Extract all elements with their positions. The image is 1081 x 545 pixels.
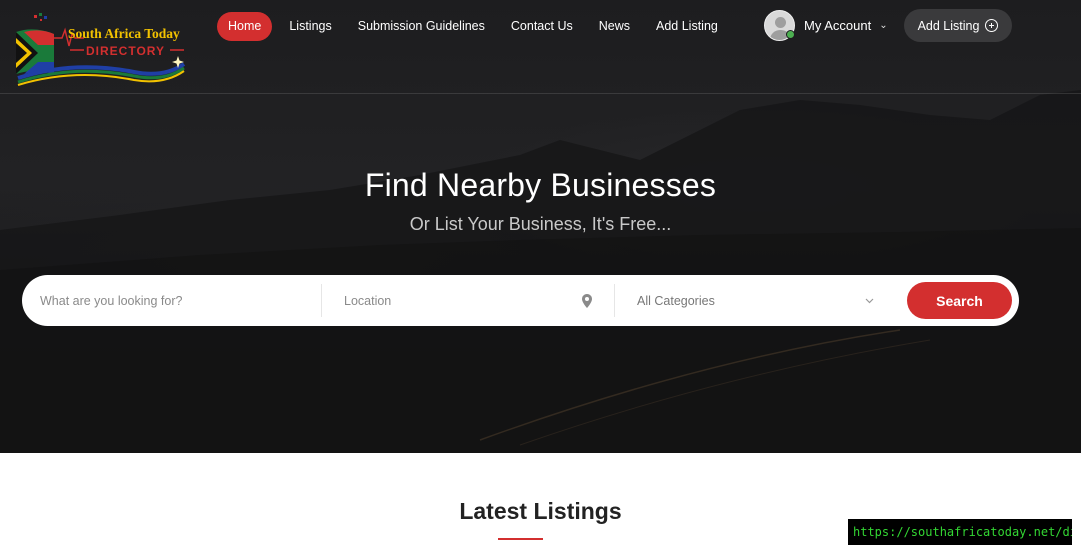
add-listing-button[interactable]: Add Listing	[904, 9, 1012, 42]
keyword-field	[22, 275, 321, 326]
nav-listings[interactable]: Listings	[276, 12, 344, 41]
title-underline	[498, 538, 543, 540]
category-select[interactable]: All Categories	[614, 284, 904, 317]
keyword-input[interactable]	[40, 293, 321, 308]
nav-contact-us[interactable]: Contact Us	[498, 12, 586, 41]
logo-subtitle: DIRECTORY	[86, 44, 165, 58]
flag-icon	[16, 29, 54, 74]
chevron-down-icon	[865, 298, 874, 304]
search-bar: All Categories Search	[22, 275, 1019, 326]
account-label: My Account	[804, 17, 872, 33]
main-nav: Home Listings Submission Guidelines Cont…	[217, 12, 731, 41]
status-bar-url: https://southafricatoday.net/directory/	[848, 519, 1072, 545]
nav-home[interactable]: Home	[217, 12, 273, 41]
logo-title: South Africa Today	[68, 26, 180, 41]
category-selected-value: All Categories	[637, 293, 715, 308]
nav-add-listing[interactable]: Add Listing	[643, 12, 731, 41]
online-status-indicator	[786, 30, 795, 39]
header-divider	[0, 93, 1081, 94]
nav-submission-guidelines[interactable]: Submission Guidelines	[345, 12, 498, 41]
search-button[interactable]: Search	[907, 282, 1012, 319]
hero-title: Find Nearby Businesses	[364, 167, 717, 203]
site-logo[interactable]: South Africa Today DIRECTORY	[14, 12, 189, 87]
hero-subtitle: Or List Your Business, It's Free...	[409, 214, 672, 234]
plus-circle-icon	[985, 19, 999, 32]
nav-news[interactable]: News	[586, 12, 643, 41]
chevron-down-icon: ⌄	[879, 19, 888, 31]
add-listing-button-label: Add Listing	[917, 18, 980, 33]
map-pin-icon[interactable]	[582, 294, 592, 308]
location-field	[321, 284, 614, 317]
location-input[interactable]	[344, 293, 614, 308]
my-account-menu[interactable]: My Account ⌄	[764, 9, 888, 41]
